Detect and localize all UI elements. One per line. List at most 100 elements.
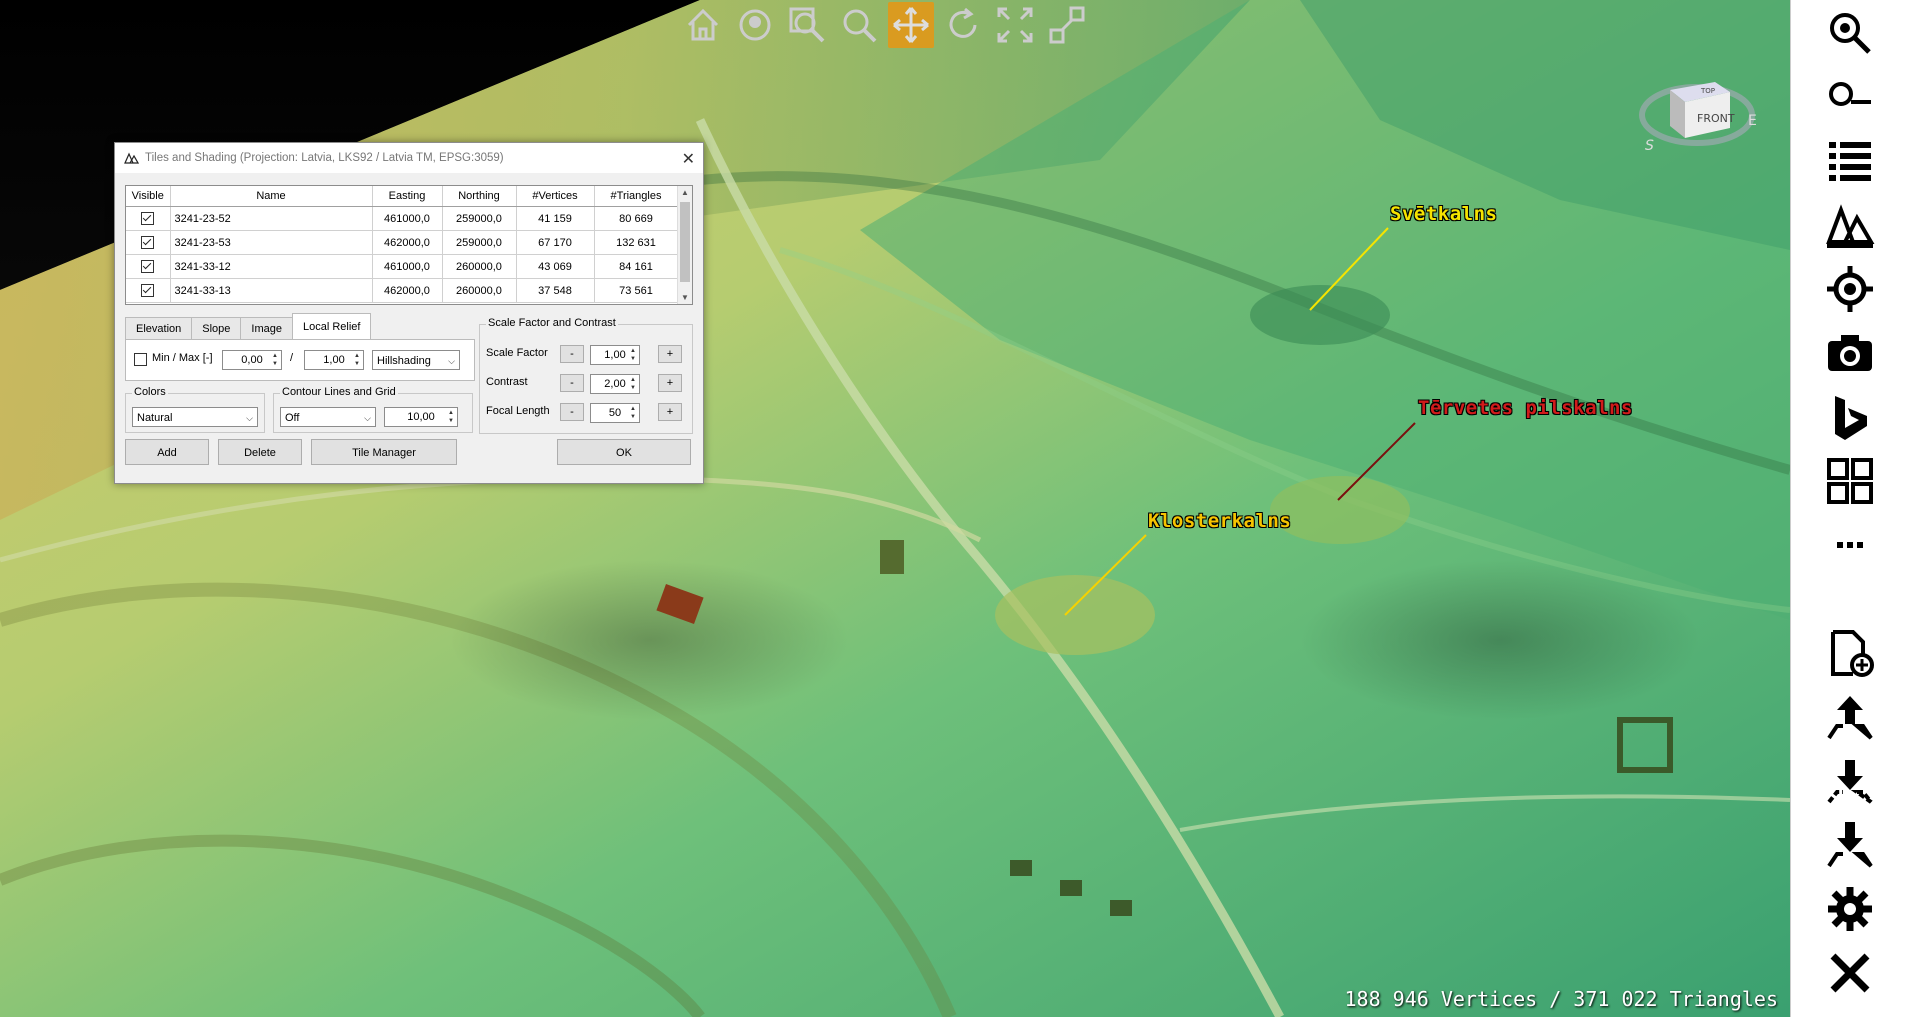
measure-icon[interactable]	[1044, 2, 1090, 48]
tile-name: 3241-23-53	[170, 230, 373, 255]
add-file-icon[interactable]	[1823, 626, 1877, 680]
ok-button[interactable]: OK	[557, 439, 691, 465]
focal-length-spinner[interactable]: ▲ ▼	[628, 405, 638, 421]
min-value-text: 0,00	[241, 354, 263, 366]
upload-icon[interactable]	[1823, 690, 1877, 744]
fit-extent-icon[interactable]	[992, 2, 1038, 48]
scrollbar-thumb[interactable]	[680, 202, 690, 282]
contour-interval-input[interactable]: 10,00 ▲ ▼	[384, 407, 458, 427]
tile-name: 3241-33-13	[170, 278, 373, 303]
scale-factor-decrease-button[interactable]: -	[560, 345, 584, 363]
camera-icon[interactable]	[1823, 326, 1877, 380]
focal-length-increase-button[interactable]: +	[658, 403, 682, 421]
scale-contrast-group: Scale Factor and Contrast Scale Factor -…	[479, 317, 693, 434]
list-icon[interactable]	[1823, 134, 1877, 188]
tile-triangles: 80 669	[594, 206, 679, 231]
tile-northing: 259000,0	[442, 206, 517, 231]
table-scrollbar[interactable]: ▲ ▼	[677, 186, 692, 304]
dialog-titlebar[interactable]: Tiles and Shading (Projection: Latvia, L…	[115, 143, 703, 173]
table-row[interactable]: 3241-33-13 462000,0 260000,0 37 548 73 5…	[126, 278, 679, 303]
layers-icon[interactable]	[1823, 198, 1877, 252]
bing-icon[interactable]	[1823, 390, 1877, 444]
min-value-input[interactable]: 0,00 ▲ ▼	[222, 350, 282, 370]
more-icon[interactable]	[1823, 518, 1877, 572]
search-location-icon[interactable]	[1823, 6, 1877, 60]
tile-triangles: 84 161	[594, 254, 679, 279]
zoom-icon[interactable]	[836, 2, 882, 48]
pan-icon[interactable]	[888, 2, 934, 48]
chevron-down-icon: ⌵	[448, 356, 455, 366]
tile-manager-button[interactable]: Tile Manager	[311, 439, 457, 465]
rotate-icon[interactable]	[940, 2, 986, 48]
scale-factor-spinner[interactable]: ▲ ▼	[628, 347, 638, 363]
table-row[interactable]: 3241-33-12 461000,0 260000,0 43 069 84 1…	[126, 254, 679, 279]
tile-easting: 462000,0	[372, 230, 443, 255]
tile-name: 3241-33-12	[170, 254, 373, 279]
contrast-label: Contrast	[486, 376, 528, 388]
download-icon[interactable]	[1823, 754, 1877, 808]
contour-select[interactable]: Off ⌵	[280, 407, 376, 427]
tab-image[interactable]: Image	[240, 317, 293, 340]
home-icon[interactable]	[680, 2, 726, 48]
tab-slope[interactable]: Slope	[191, 317, 242, 340]
contour-group-title: Contour Lines and Grid	[280, 386, 398, 398]
contrast-increase-button[interactable]: +	[658, 374, 682, 392]
export-icon[interactable]	[1823, 818, 1877, 872]
site-label-tervetes-pilskalns: Tērvetes pilskalns	[1418, 397, 1633, 419]
column-header[interactable]: #Triangles	[594, 186, 679, 207]
table-row[interactable]: 3241-23-52 461000,0 259000,0 41 159 80 6…	[126, 206, 679, 231]
tab-elevation[interactable]: Elevation	[125, 317, 193, 340]
min-spinner[interactable]: ▲ ▼	[270, 352, 280, 368]
scale-factor-increase-button[interactable]: +	[658, 345, 682, 363]
chevron-down-icon: ⌵	[364, 413, 371, 423]
tile-northing: 259000,0	[442, 230, 517, 255]
delete-button[interactable]: Delete	[218, 439, 302, 465]
close-icon[interactable]	[1823, 946, 1877, 1000]
navigation-cube[interactable]: FRONT TOP S E	[1635, 40, 1765, 160]
gps-target-icon[interactable]	[1823, 262, 1877, 316]
orbit-icon[interactable]	[732, 2, 778, 48]
contrast-input[interactable]: 2,00 ▲ ▼	[590, 374, 640, 394]
terrain-3d-viewport[interactable]: FRONT TOP S E Svētkalns Tērvetes pilskal…	[0, 0, 1790, 1017]
visible-checkbox[interactable]	[141, 260, 155, 273]
visible-checkbox[interactable]	[141, 236, 155, 249]
column-header[interactable]: Name	[170, 186, 373, 207]
column-header[interactable]: Northing	[442, 186, 517, 207]
column-header[interactable]: #Vertices	[516, 186, 595, 207]
contour-group: Contour Lines and Grid Off ⌵ 10,00 ▲ ▼	[273, 386, 473, 433]
tile-vertices: 43 069	[516, 254, 595, 279]
site-label-klosterkalns: Klosterkalns	[1148, 510, 1292, 532]
minmax-checkbox[interactable]	[134, 353, 147, 366]
tab-local-relief[interactable]: Local Relief	[291, 313, 372, 340]
scroll-down-icon[interactable]: ▼	[681, 293, 689, 302]
compass-south-label: S	[1645, 138, 1654, 154]
focal-length-input[interactable]: 50 ▲ ▼	[590, 403, 640, 423]
contrast-decrease-button[interactable]: -	[560, 374, 584, 392]
compass-east-label: E	[1748, 113, 1757, 129]
grid-icon[interactable]	[1823, 454, 1877, 508]
contrast-spinner[interactable]: ▲ ▼	[628, 376, 638, 392]
scroll-up-icon[interactable]: ▲	[681, 188, 689, 197]
shading-mode-select[interactable]: Hillshading ⌵	[372, 350, 460, 370]
tile-easting: 461000,0	[372, 206, 443, 231]
tiles-table: Visible Name Easting Northing #Vertices …	[125, 185, 693, 305]
max-spinner[interactable]: ▲ ▼	[352, 352, 362, 368]
visible-checkbox[interactable]	[141, 284, 155, 297]
minmax-separator: /	[290, 352, 294, 364]
add-button[interactable]: Add	[125, 439, 209, 465]
contour-spinner[interactable]: ▲ ▼	[446, 409, 456, 425]
max-value-input[interactable]: 1,00 ▲ ▼	[304, 350, 364, 370]
scale-factor-input[interactable]: 1,00 ▲ ▼	[590, 345, 640, 365]
table-row[interactable]: 3241-23-53 462000,0 259000,0 67 170 132 …	[126, 230, 679, 255]
column-header[interactable]: Visible	[126, 186, 171, 207]
zoom-window-icon[interactable]	[784, 2, 830, 48]
contour-interval-text: 10,00	[407, 411, 435, 423]
visible-checkbox[interactable]	[141, 212, 155, 225]
view-toolbar	[680, 0, 1090, 50]
search-icon[interactable]	[1823, 70, 1877, 124]
close-icon[interactable]: ✕	[682, 149, 695, 169]
focal-length-decrease-button[interactable]: -	[560, 403, 584, 421]
settings-icon[interactable]	[1823, 882, 1877, 936]
column-header[interactable]: Easting	[372, 186, 443, 207]
colors-select[interactable]: Natural ⌵	[132, 407, 258, 427]
